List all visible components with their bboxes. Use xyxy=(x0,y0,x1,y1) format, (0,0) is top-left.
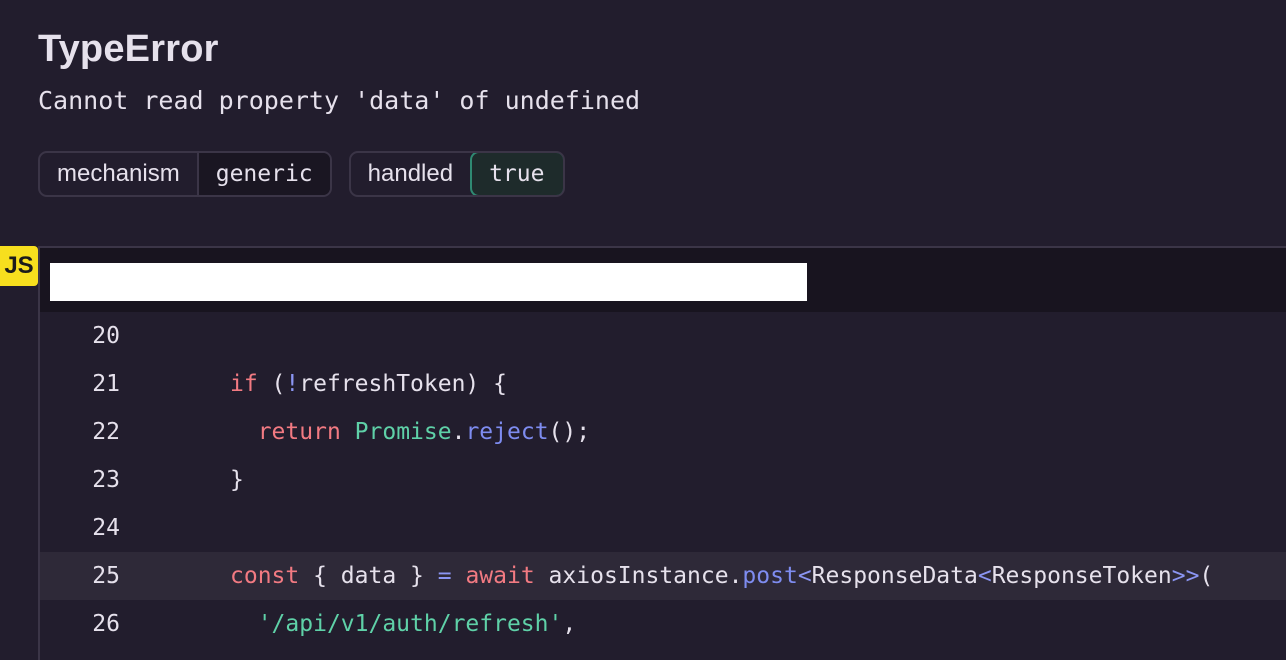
code-line: 21 if (!refreshToken) { xyxy=(40,360,1286,408)
code-line: 26 '/api/v1/auth/refresh', xyxy=(40,600,1286,648)
line-number: 23 xyxy=(92,467,120,493)
tag-mechanism[interactable]: mechanism generic xyxy=(38,151,332,197)
code-token: ResponseData xyxy=(811,563,978,589)
tag-value: generic xyxy=(198,153,330,195)
tags-row: mechanism generic handled true xyxy=(38,151,566,197)
code-token: } xyxy=(230,467,244,493)
code-token: reject xyxy=(465,419,549,445)
code-token: { data } xyxy=(299,563,438,589)
code-line: 23} xyxy=(40,456,1286,504)
code-token: return xyxy=(257,419,341,445)
code-token: ResponseToken xyxy=(991,563,1172,589)
code-token: const xyxy=(230,563,300,589)
tag-key: handled xyxy=(367,160,454,187)
code-token: >> xyxy=(1171,563,1200,589)
line-source: if (!refreshToken) { xyxy=(120,371,507,397)
tag-handled[interactable]: handled true xyxy=(348,151,566,197)
code-token: (); xyxy=(548,419,591,445)
code-token: '/api/v1/auth/refresh' xyxy=(257,611,563,637)
code-token: await xyxy=(465,563,535,589)
code-line: 25 const { data } = await axiosInstance.p… xyxy=(40,552,1286,600)
code-token: < xyxy=(797,563,812,589)
javascript-platform-icon: JS xyxy=(0,246,38,286)
line-number: 20 xyxy=(92,323,120,349)
line-number: 25 xyxy=(92,563,120,589)
code-token: ( xyxy=(1199,563,1214,589)
redacted-filename xyxy=(50,263,807,301)
line-source: const { data } = await axiosInstance.pos… xyxy=(120,563,1213,589)
code-token: < xyxy=(977,563,992,589)
code-line: 20 xyxy=(40,312,1286,360)
line-number: 21 xyxy=(92,371,120,397)
code-token: refreshToken) { xyxy=(299,371,507,397)
line-source: } xyxy=(120,467,244,493)
line-number: 22 xyxy=(92,419,120,445)
tag-key: mechanism xyxy=(40,153,199,195)
code-token: . xyxy=(451,419,466,445)
code-token: , xyxy=(562,611,577,637)
line-source: '/api/v1/auth/refresh', xyxy=(120,611,577,637)
tag-value: true xyxy=(470,153,564,195)
code-line: 22 return Promise.reject(); xyxy=(40,408,1286,456)
code-token: ( xyxy=(257,371,286,397)
code-context: 20 21 if (!refreshToken) {22 return Promis… xyxy=(40,312,1286,648)
line-number: 26 xyxy=(92,611,120,637)
code-token: ! xyxy=(285,371,300,397)
code-token: if xyxy=(230,371,258,397)
line-source: return Promise.reject(); xyxy=(120,419,590,445)
stack-frame-header[interactable] xyxy=(40,248,1286,312)
error-message: Cannot read property 'data' of undefined xyxy=(38,86,641,115)
code-token: Promise xyxy=(354,419,452,445)
stack-frame: 20 21 if (!refreshToken) {22 return Promis… xyxy=(38,246,1286,660)
code-token: = xyxy=(437,563,452,589)
code-token: post xyxy=(742,563,798,589)
code-line: 24 xyxy=(40,504,1286,552)
code-token: axiosInstance. xyxy=(534,563,743,589)
line-number: 24 xyxy=(92,515,120,541)
error-type-title: TypeError xyxy=(38,28,219,70)
